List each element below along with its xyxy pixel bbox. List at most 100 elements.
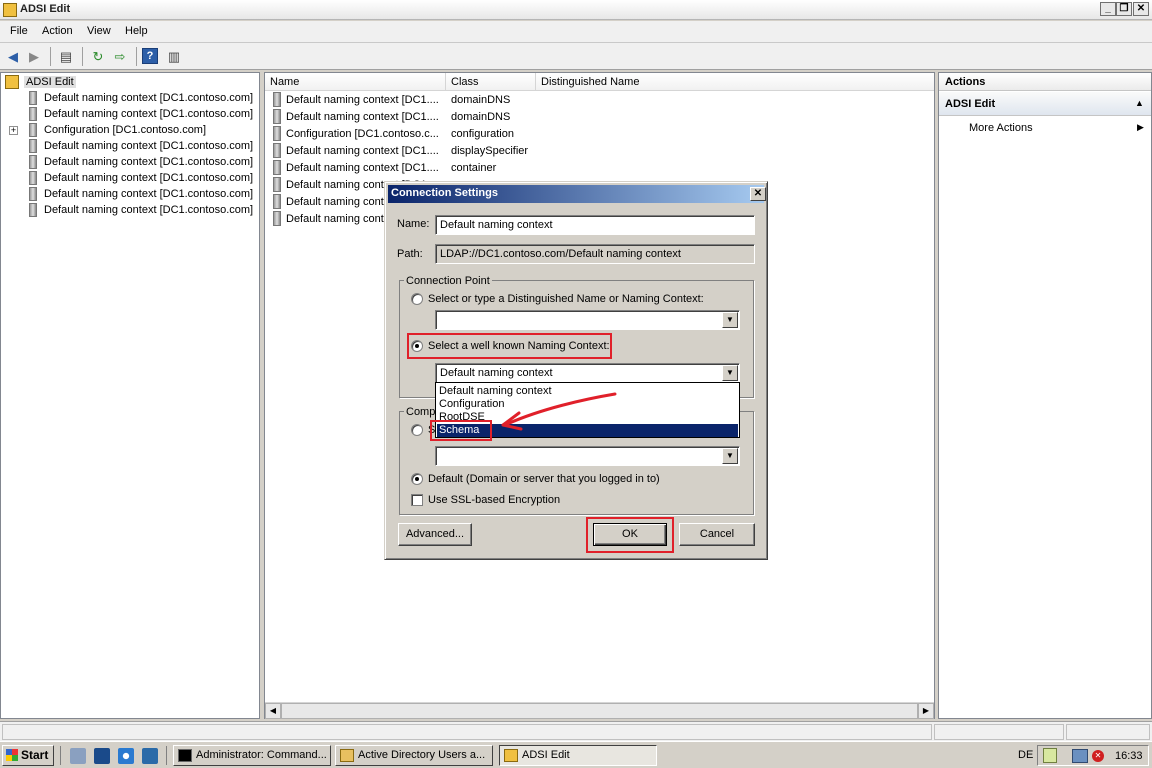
combo-dropdown-icon[interactable]: ▼: [722, 312, 738, 328]
action-pane-icon[interactable]: ▥: [164, 47, 184, 66]
server-icon: [273, 92, 281, 107]
minimize-button[interactable]: _: [1100, 2, 1116, 16]
server-icon: [273, 194, 281, 209]
dialog-close-button[interactable]: ✕: [750, 187, 766, 201]
help-icon[interactable]: ?: [142, 48, 158, 64]
tree-item-label: Default naming context [DC1.contoso.com]: [44, 188, 254, 200]
row-name: Default naming context [DC1....: [286, 162, 439, 174]
network-icon[interactable]: [1072, 749, 1088, 763]
radio-default-computer-label: Default (Domain or server that you logge…: [428, 473, 660, 485]
server-icon: [29, 171, 37, 185]
task-adsi-edit[interactable]: ADSI Edit: [499, 745, 657, 766]
column-header-dn[interactable]: Distinguished Name: [536, 73, 934, 91]
column-header-class[interactable]: Class: [446, 73, 536, 91]
tree-item[interactable]: Default naming context [DC1.contoso.com]: [1, 154, 259, 170]
tree-item-label: Default naming context [DC1.contoso.com]: [44, 172, 254, 184]
wellknown-context-select[interactable]: Default naming context: [435, 363, 740, 383]
menu-view[interactable]: View: [87, 25, 111, 37]
export-list-icon[interactable]: ⇨: [110, 47, 130, 66]
tree-item-configuration[interactable]: + Configuration [DC1.contoso.com]: [1, 122, 259, 138]
close-button[interactable]: ✕: [1133, 2, 1149, 16]
powershell-icon[interactable]: [142, 748, 158, 764]
expand-plus-icon[interactable]: +: [9, 126, 18, 135]
list-row[interactable]: Default naming context [DC1.... container: [265, 159, 934, 176]
console-tree-icon[interactable]: ▤: [56, 47, 76, 66]
connection-point-title: Connection Point: [404, 275, 492, 287]
ssl-checkbox[interactable]: [411, 494, 423, 506]
window-titlebar[interactable]: ADSI Edit _ ❐ ✕: [0, 0, 1152, 20]
computer-dropdown-icon[interactable]: ▼: [722, 448, 738, 464]
menu-file[interactable]: File: [10, 25, 28, 37]
tree-item[interactable]: Default naming context [DC1.contoso.com]: [1, 202, 259, 218]
collapse-up-icon[interactable]: ▲: [1135, 98, 1144, 108]
server-icon: [273, 126, 281, 141]
row-name: Configuration [DC1.contoso.c...: [286, 128, 439, 140]
tree-root[interactable]: ADSI Edit: [1, 74, 259, 90]
server-icon: [29, 187, 37, 201]
horizontal-scrollbar[interactable]: ◀ ▶: [265, 702, 934, 719]
more-actions-link[interactable]: More Actions: [969, 122, 1033, 134]
forward-arrow-icon[interactable]: ▶: [24, 47, 44, 66]
dialog-titlebar[interactable]: Connection Settings ✕: [388, 185, 766, 203]
toolbar-separator: [82, 47, 83, 66]
internet-explorer-icon[interactable]: [118, 748, 134, 764]
tree-item[interactable]: Default naming context [DC1.contoso.com]: [1, 106, 259, 122]
radio-wellknown-context[interactable]: [411, 340, 423, 352]
back-arrow-icon[interactable]: ◀: [3, 47, 23, 66]
adsi-edit-app-icon: [3, 3, 17, 17]
server-icon: [273, 160, 281, 175]
row-class: domainDNS: [451, 94, 511, 106]
tree-item[interactable]: Default naming context [DC1.contoso.com]: [1, 90, 259, 106]
server-manager-icon[interactable]: [70, 748, 86, 764]
console-tree: ADSI Edit Default naming context [DC1.co…: [0, 72, 260, 719]
server-icon: [29, 139, 37, 153]
show-desktop-icon[interactable]: [94, 748, 110, 764]
list-row[interactable]: Default naming context [DC1.... domainDNS: [265, 108, 934, 125]
radio-distinguished-name[interactable]: [411, 293, 423, 305]
volume-muted-icon[interactable]: ✕: [1092, 750, 1104, 762]
list-row[interactable]: Default naming context [DC1.... displaySp…: [265, 142, 934, 159]
list-row[interactable]: Configuration [DC1.contoso.c... configura…: [265, 125, 934, 142]
radio-default-computer[interactable]: [411, 473, 423, 485]
language-indicator[interactable]: DE: [1018, 749, 1033, 761]
refresh-icon[interactable]: ↻: [88, 47, 108, 66]
row-name: Default naming context [DC1....: [286, 145, 439, 157]
radio-select-computer[interactable]: [411, 424, 423, 436]
cancel-button[interactable]: Cancel: [679, 523, 755, 546]
computer-combo[interactable]: [435, 446, 740, 466]
toolbar: ◀ ▶ ▤ ↻ ⇨ ? ▥: [0, 43, 1152, 70]
column-header-name[interactable]: Name: [265, 73, 446, 91]
list-row[interactable]: Default naming context [DC1.... domainDNS: [265, 91, 934, 108]
ok-button[interactable]: OK: [593, 523, 667, 546]
menu-bar: File Action View Help: [0, 21, 1152, 43]
start-button[interactable]: Start: [2, 745, 54, 766]
ad-users-icon: [340, 749, 354, 762]
scroll-left-icon[interactable]: ◀: [265, 703, 281, 719]
clock[interactable]: 16:33: [1115, 750, 1143, 762]
distinguished-name-combo[interactable]: [435, 310, 740, 330]
advanced-button[interactable]: Advanced...: [398, 523, 472, 546]
tree-item[interactable]: Default naming context [DC1.contoso.com]: [1, 170, 259, 186]
select-dropdown-icon[interactable]: ▼: [722, 365, 738, 381]
status-segment: [1066, 724, 1150, 740]
server-icon: [273, 143, 281, 158]
task-command-prompt[interactable]: Administrator: Command...: [173, 745, 331, 766]
row-class: displaySpecifier: [451, 145, 529, 157]
actions-section-adsi-edit[interactable]: ADSI Edit ▲: [939, 92, 1151, 116]
notification-icon[interactable]: [1043, 748, 1057, 763]
annotation-arrow-icon: [501, 392, 617, 431]
menu-action[interactable]: Action: [42, 25, 73, 37]
actions-pane: Actions ADSI Edit ▲ More Actions ▶: [938, 72, 1152, 719]
task-active-directory[interactable]: Active Directory Users a...: [335, 745, 493, 766]
tree-item[interactable]: Default naming context [DC1.contoso.com]: [1, 138, 259, 154]
scroll-thumb[interactable]: [281, 703, 918, 719]
submenu-arrow-icon: ▶: [1137, 122, 1144, 132]
tree-item[interactable]: Default naming context [DC1.contoso.com]: [1, 186, 259, 202]
maximize-button[interactable]: ❐: [1116, 2, 1132, 16]
menu-help[interactable]: Help: [125, 25, 148, 37]
name-input[interactable]: Default naming context: [435, 215, 755, 235]
tree-item-label: Default naming context [DC1.contoso.com]: [44, 92, 254, 104]
scroll-right-icon[interactable]: ▶: [918, 703, 934, 719]
cmd-icon: [178, 749, 192, 762]
tree-item-label: Default naming context [DC1.contoso.com]: [44, 108, 254, 120]
